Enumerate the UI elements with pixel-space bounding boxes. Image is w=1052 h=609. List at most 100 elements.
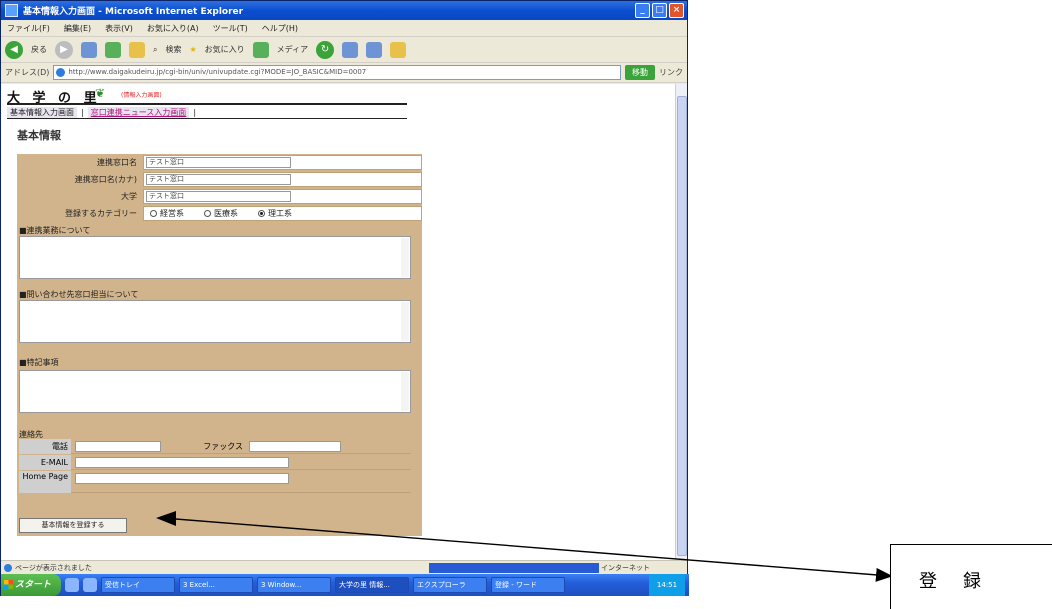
task-inbox[interactable]: 受信トレイ	[101, 577, 175, 593]
email-input[interactable]	[75, 457, 289, 468]
textarea-scrollbar[interactable]	[401, 372, 409, 411]
menu-file[interactable]: ファイル(F)	[7, 23, 50, 33]
ie-icon	[5, 4, 18, 17]
minimize-button[interactable]: _	[635, 3, 650, 18]
contact-row: Home Page	[19, 471, 411, 493]
radio-option-medical[interactable]: 医療系	[204, 208, 238, 220]
radio-icon[interactable]	[150, 210, 157, 217]
notes-textarea[interactable]	[19, 370, 411, 413]
section-label: ■特記事項	[19, 358, 59, 367]
start-button[interactable]: スタート	[1, 574, 61, 596]
browser-window: 基本情報入力画面 - Microsoft Internet Explorer _…	[0, 0, 689, 596]
quicklaunch-ie-icon[interactable]	[65, 578, 79, 592]
search-label[interactable]: 検索	[165, 44, 181, 55]
contact-row: 電話 ファックス	[19, 439, 411, 454]
folder-icon[interactable]	[390, 41, 407, 58]
menu-help[interactable]: ヘルプ(H)	[262, 23, 298, 33]
task-word[interactable]: 登録 - ワード	[491, 577, 565, 593]
security-zone: インターネット	[601, 564, 650, 572]
tab-news-input[interactable]: 窓口連携ニュース入力画面	[87, 106, 190, 118]
section-label: ■連携業務について	[19, 226, 91, 235]
divider	[7, 103, 407, 105]
page-icon	[56, 68, 66, 77]
favorites-label[interactable]: お気に入り	[205, 44, 245, 55]
section-label: ■問い合わせ先窓口担当について	[19, 290, 139, 299]
fax-input[interactable]	[249, 441, 341, 452]
window-name-input[interactable]: テスト窓口	[146, 157, 291, 168]
title-bar: 基本情報入力画面 - Microsoft Internet Explorer _…	[1, 1, 687, 20]
address-url: http://www.daigakudeiru.jp/cgi-bin/univ/…	[68, 68, 367, 76]
task-explorer[interactable]: エクスプローラ	[413, 577, 487, 593]
home-icon[interactable]	[129, 41, 145, 58]
phone-label: 電話	[19, 439, 71, 454]
window-title: 基本情報入力画面 - Microsoft Internet Explorer	[23, 7, 244, 17]
print-icon[interactable]	[366, 41, 383, 58]
breadcrumb: 基本情報入力画面 | 窓口連携ニュース入力画面 |	[7, 106, 196, 118]
menu-view[interactable]: 表示(V)	[105, 23, 133, 33]
scroll-thumb[interactable]	[677, 96, 687, 556]
media-label[interactable]: メディア	[277, 44, 308, 55]
field-label: 登録するカテゴリー	[65, 209, 137, 218]
radio-option-management[interactable]: 経営系	[150, 208, 184, 220]
maximize-button[interactable]: □	[652, 3, 667, 18]
go-button[interactable]: 移動	[625, 65, 655, 80]
contact-person-textarea[interactable]	[19, 300, 411, 343]
history-icon[interactable]: ↻	[316, 40, 335, 59]
radio-selected-icon[interactable]	[258, 210, 265, 217]
task-windows[interactable]: 3 Window...	[257, 577, 331, 593]
status-text: ページが表示されました	[15, 564, 92, 572]
close-button[interactable]: ×	[669, 3, 684, 18]
logo-badge: (情報入力画面)	[121, 92, 162, 99]
taskbar: スタート 受信トレイ 3 Excel... 3 Window... 大学の里 情…	[1, 574, 689, 596]
windows-logo-icon	[4, 580, 13, 589]
back-label[interactable]: 戻る	[31, 44, 47, 55]
homepage-input[interactable]	[75, 473, 289, 484]
window-name-kana-input[interactable]: テスト窓口	[146, 174, 291, 185]
media-icon[interactable]	[252, 41, 269, 58]
back-arrow-icon[interactable]: ◀	[5, 40, 23, 59]
address-label: アドレス(D)	[5, 68, 50, 77]
menu-edit[interactable]: 編集(E)	[64, 23, 91, 33]
contact-table: 電話 ファックス E-MAIL Home Page	[19, 439, 411, 503]
menu-tools[interactable]: ツール(T)	[213, 23, 248, 33]
status-bar: ページが表示されました インターネット	[1, 560, 687, 574]
quicklaunch-desktop-icon[interactable]	[83, 578, 97, 592]
radio-icon[interactable]	[204, 210, 211, 217]
task-excel[interactable]: 3 Excel...	[179, 577, 253, 593]
contact-row: E-MAIL	[19, 455, 411, 470]
task-browser[interactable]: 大学の里 情報...	[335, 577, 409, 593]
field-label: 連携窓口名(カナ)	[74, 175, 137, 184]
address-bar: アドレス(D) http://www.daigakudeiru.jp/cgi-b…	[1, 63, 687, 83]
address-input[interactable]: http://www.daigakudeiru.jp/cgi-bin/univ/…	[53, 65, 621, 80]
links-label[interactable]: リンク	[659, 67, 683, 78]
category-radio-group: 経営系 医療系 理工系	[150, 208, 292, 220]
field-label: 連携窓口名	[97, 158, 137, 167]
refresh-icon[interactable]	[105, 41, 121, 58]
clock: 14:51	[649, 574, 685, 596]
tab-basic-info[interactable]: 基本情報入力画面	[7, 106, 77, 118]
menu-bar: ファイル(F) 編集(E) 表示(V) お気に入り(A) ツール(T) ヘルプ(…	[1, 20, 687, 37]
textarea-scrollbar[interactable]	[401, 302, 409, 341]
register-button[interactable]: 基本情報を登録する	[19, 518, 127, 533]
homepage-label: Home Page	[19, 471, 71, 493]
mail-icon[interactable]	[342, 41, 359, 58]
field-label: 大学	[121, 192, 137, 201]
forward-arrow-icon[interactable]: ▶	[55, 40, 73, 59]
leaf-icon: ❦	[95, 86, 106, 100]
divider	[7, 118, 407, 119]
textarea-scrollbar[interactable]	[401, 238, 409, 277]
annotation-label: 登 録	[919, 571, 985, 592]
phone-input[interactable]	[75, 441, 161, 452]
page-title: 基本情報	[17, 129, 61, 142]
email-label: E-MAIL	[19, 455, 71, 470]
stop-icon[interactable]	[81, 41, 97, 58]
star-icon[interactable]: ★	[189, 45, 196, 54]
collaboration-textarea[interactable]	[19, 236, 411, 279]
radio-option-science[interactable]: 理工系	[258, 208, 292, 220]
page-content: 大 学 の 里 ❦ (情報入力画面) 基本情報入力画面 | 窓口連携ニュース入力…	[1, 84, 687, 560]
search-icon[interactable]: ⌕	[153, 45, 157, 55]
menu-favorites[interactable]: お気に入り(A)	[147, 23, 199, 33]
university-input[interactable]: テスト窓口	[146, 191, 291, 202]
page-scrollbar[interactable]	[675, 84, 687, 560]
page-status-icon	[4, 564, 12, 572]
